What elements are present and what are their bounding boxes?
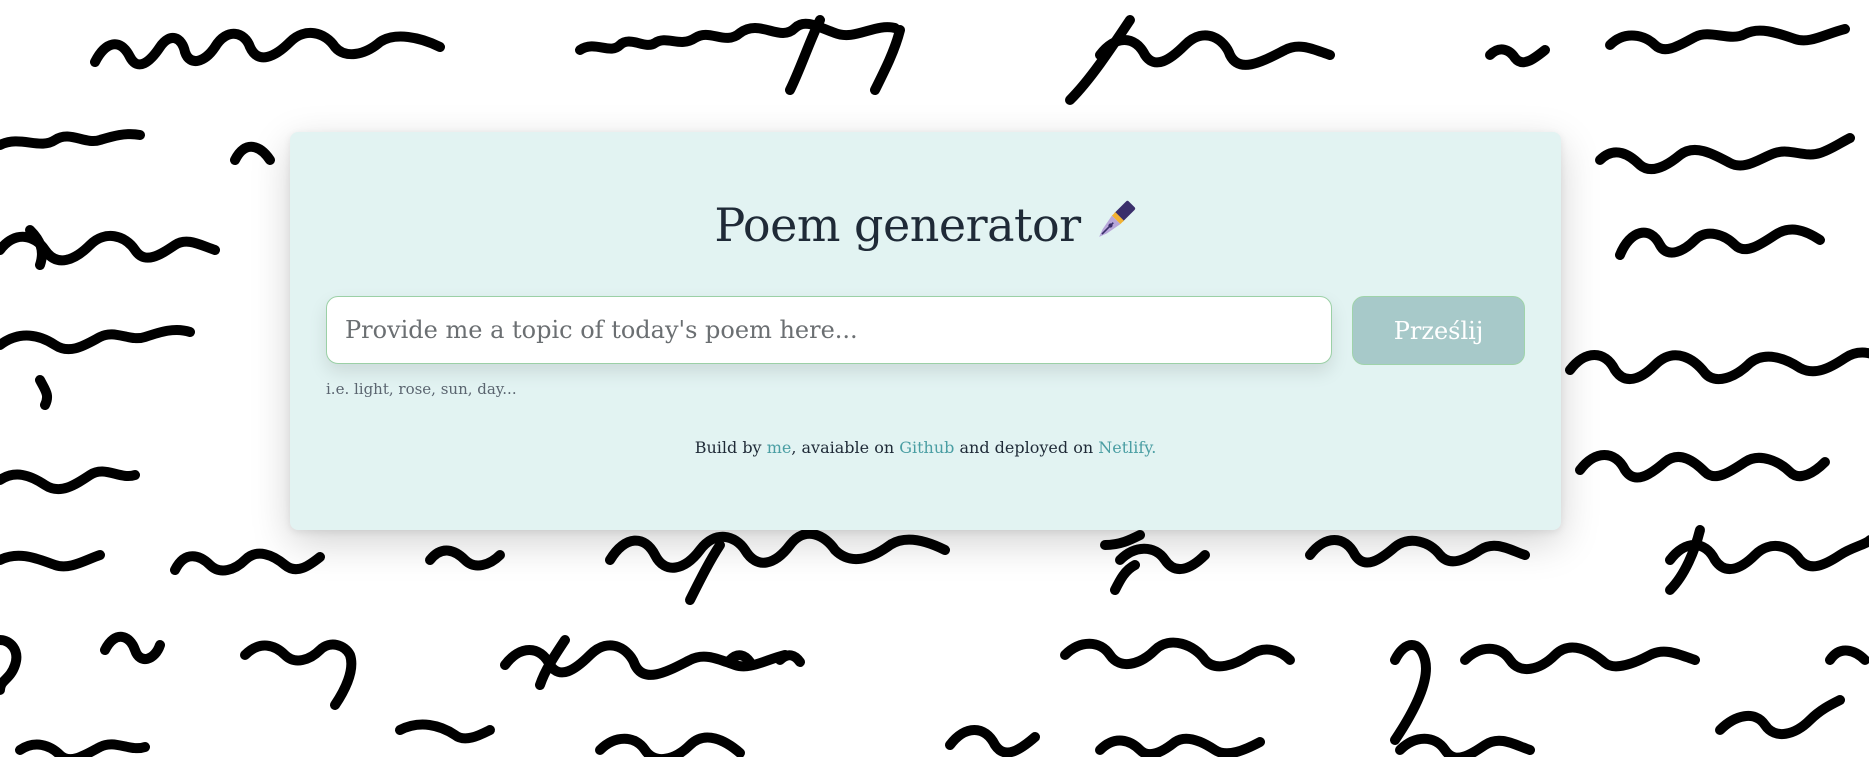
input-hint: i.e. light, rose, sun, day... xyxy=(326,380,517,398)
footer-mid-1: , avaiable on xyxy=(791,438,900,457)
title-row: Poem generator xyxy=(290,199,1561,256)
footer-prefix: Build by xyxy=(694,438,767,457)
author-link[interactable]: me xyxy=(767,438,792,457)
poem-card: Poem generator Prześlij i.e. light, rose… xyxy=(290,132,1561,530)
page-title: Poem generator xyxy=(714,198,1081,252)
submit-button[interactable]: Prześlij xyxy=(1352,296,1525,365)
poem-form: Prześlij xyxy=(326,296,1525,366)
netlify-link[interactable]: Netlify. xyxy=(1098,438,1156,457)
github-link[interactable]: Github xyxy=(899,438,954,457)
footer: Build by me, avaiable on Github and depl… xyxy=(290,438,1561,457)
page: Poem generator Prześlij i.e. light, rose… xyxy=(0,0,1869,757)
topic-input[interactable] xyxy=(326,296,1332,364)
fountain-pen-icon xyxy=(1091,199,1137,252)
footer-mid-2: and deployed on xyxy=(954,438,1099,457)
